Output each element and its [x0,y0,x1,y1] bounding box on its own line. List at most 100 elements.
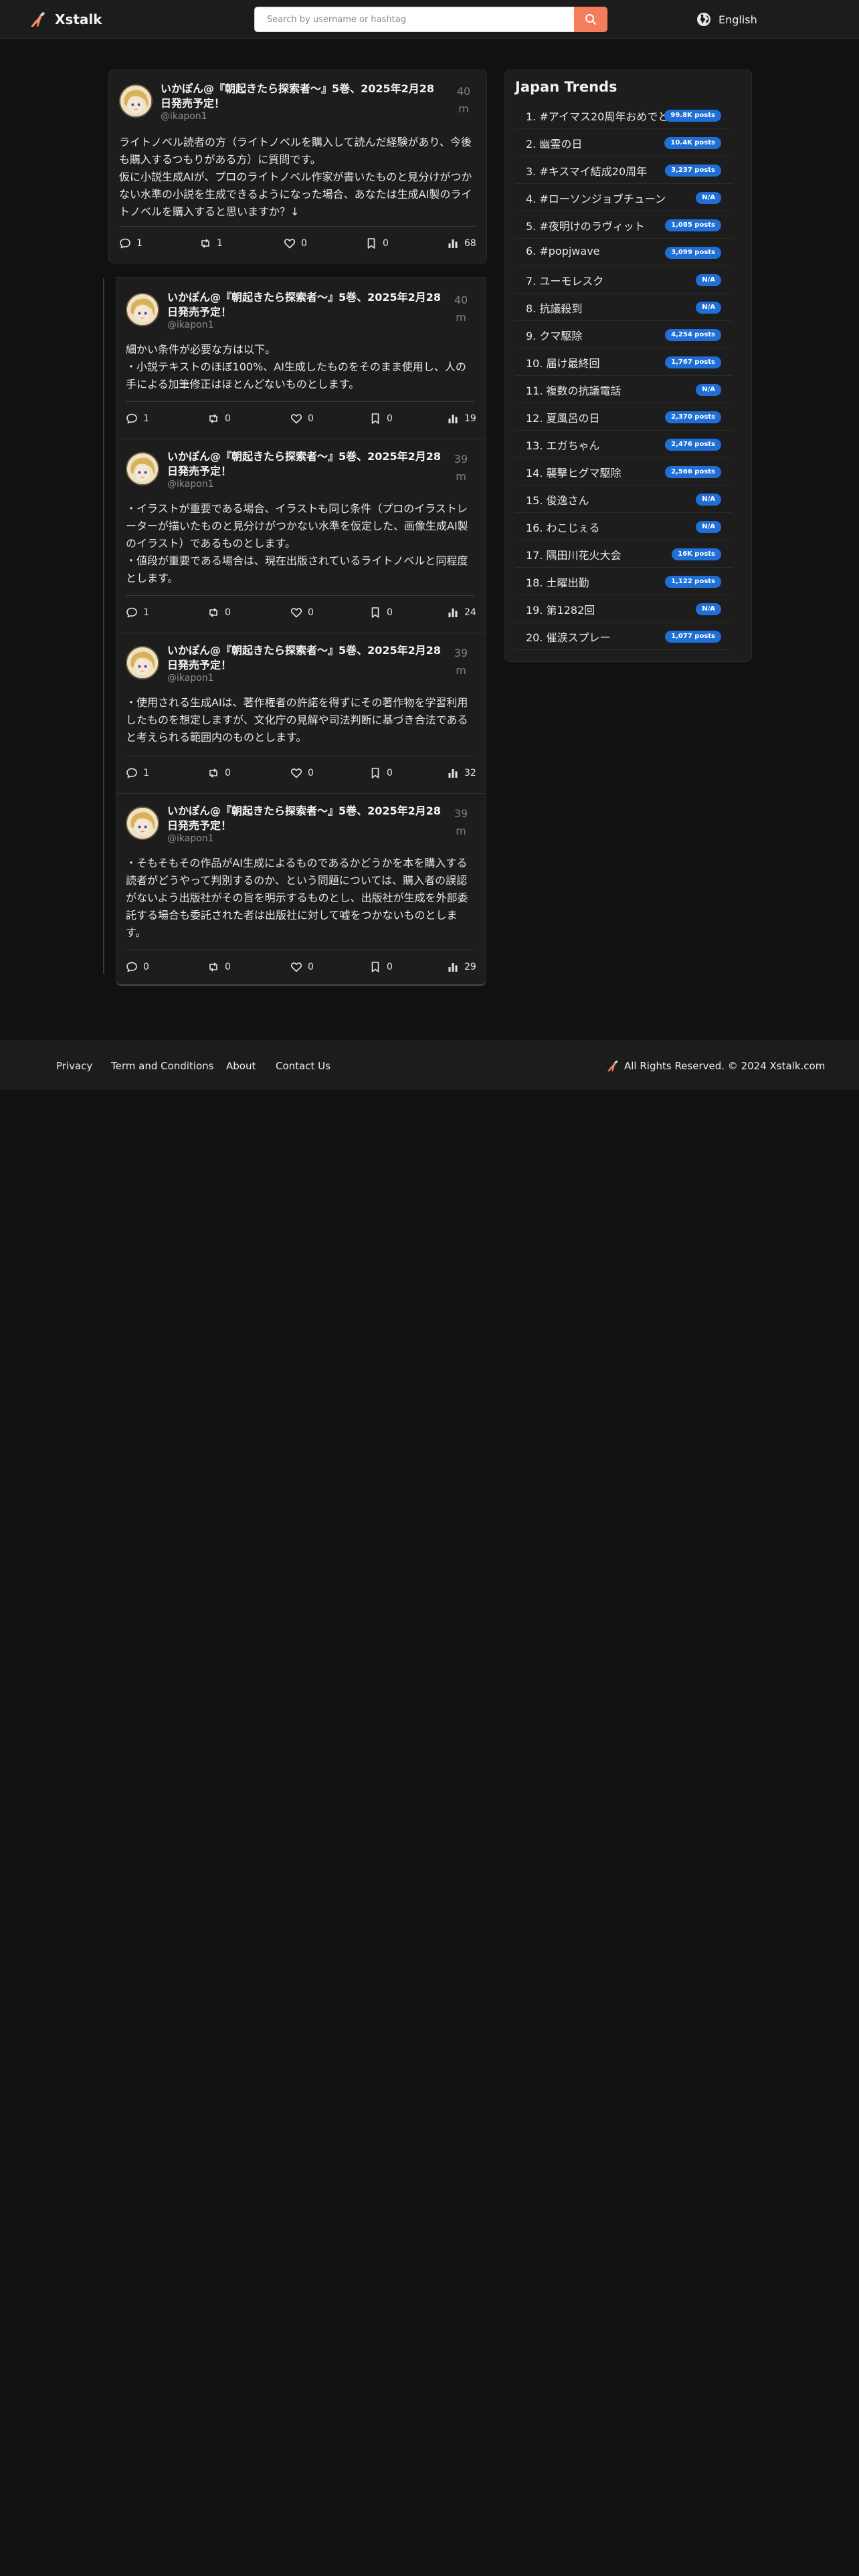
repost-button[interactable]: 0 [207,765,231,781]
bookmark-icon [371,413,379,424]
post-author[interactable]: いかぽん@『朝起きたら探索者〜』5巻、2025年2月28日発売予定！ [167,804,442,833]
trend-item[interactable]: 18. 土曜出勤 1,122 posts [515,568,732,595]
language-label: English [719,13,757,26]
search-button[interactable] [574,7,607,32]
post-actions: 1 1 0 0 68 [119,235,476,251]
post-actions: 1 0 0 0 32 [126,765,476,781]
trend-count-badge: 2,566 posts [665,466,721,478]
repost-button[interactable]: 0 [207,411,231,427]
trend-count-badge: 1,077 posts [665,631,721,643]
like-button[interactable]: 0 [290,765,314,781]
like-button[interactable]: 0 [290,959,314,975]
trend-item[interactable]: 1. #アイマス20周年おめでとう 99.8K posts [515,102,732,129]
trend-item[interactable]: 15. 俊逸さん N/A [515,486,732,513]
views-button[interactable]: 24 [447,605,476,621]
repost-button[interactable]: 0 [207,605,231,621]
trend-item[interactable]: 2. 幽霊の日 10.4K posts [515,129,732,156]
reply-button[interactable]: 1 [126,605,149,621]
post-divider [126,401,474,402]
trend-count-badge: 2,476 posts [665,439,721,451]
trend-item[interactable]: 19. 第1282回 N/A [515,595,732,623]
trend-label: 9. クマ駆除 [526,330,583,342]
trend-item[interactable]: 4. #ローソンジョブチューン N/A [515,184,732,211]
post-handle[interactable]: @ikapon1 [167,673,214,683]
post-author[interactable]: いかぽん@『朝起きたら探索者〜』5巻、2025年2月28日発売予定！ [167,290,442,320]
views-count: 19 [464,413,476,424]
reply-button[interactable]: 0 [126,959,149,975]
trend-item[interactable]: 11. 複数の抗議電話 N/A [515,376,732,403]
post-handle[interactable]: @ikapon1 [167,833,214,844]
avatar[interactable] [126,807,159,840]
views-button[interactable]: 29 [447,959,476,975]
post-handle[interactable]: @ikapon1 [167,320,214,330]
bookmark-button[interactable]: 0 [365,235,389,251]
footer: Privacy Term and Conditions About Contac… [0,1041,859,1090]
views-button[interactable]: 19 [447,411,476,427]
post-body: 細かい条件が必要な方は以下。 ・小説テキストのほぼ100%、AI生成したものをそ… [126,343,466,391]
post-handle[interactable]: @ikapon1 [167,479,214,490]
trend-item[interactable]: 12. 夏風呂の日 2,370 posts [515,403,732,431]
repost-icon [209,414,217,423]
trend-item[interactable]: 6. #popjwave 3,099 posts [515,239,732,266]
trend-count-badge: N/A [696,192,721,204]
trend-item[interactable]: 7. ユーモレスク N/A [515,266,732,294]
trend-item[interactable]: 3. #キスマイ結成20周年 3,237 posts [515,156,732,184]
views-button[interactable]: 32 [447,765,476,781]
post-author[interactable]: いかぽん@『朝起きたら探索者〜』5巻、2025年2月28日発売予定！ [167,643,442,673]
trend-label: 6. #popjwave [526,245,600,257]
footer-link-terms[interactable]: Term and Conditions [111,1060,214,1072]
reply-button[interactable]: 1 [126,765,149,781]
bookmark-count: 0 [387,768,393,778]
post-handle[interactable]: @ikapon1 [161,111,207,122]
heart-icon [290,414,302,424]
avatar[interactable] [126,293,159,326]
avatar[interactable] [126,452,159,486]
trend-item[interactable]: 8. 抗議殺到 N/A [515,294,732,321]
bookmark-button[interactable]: 0 [369,605,393,621]
brand-link[interactable]: Xstalk [28,9,102,29]
trend-item[interactable]: 9. クマ駆除 4,254 posts [515,321,732,348]
trend-item[interactable]: 20. 催涙スプレー 1,077 posts [515,623,732,650]
reply-count: 1 [143,607,149,618]
views-chart-icon [448,769,458,778]
trend-item[interactable]: 17. 隅田川花火大会 16K posts [515,540,732,568]
trend-count-badge: 10.4K posts [664,137,721,149]
views-button[interactable]: 68 [447,235,476,251]
trend-label: 4. #ローソンジョブチューン [526,193,666,205]
post-author[interactable]: いかぽん@『朝起きたら探索者〜』5巻、2025年2月28日発売予定！ [161,82,444,111]
repost-button[interactable]: 0 [207,959,231,975]
repost-button[interactable]: 1 [199,235,223,251]
trend-item[interactable]: 14. 襲撃ヒグマ駆除 2,566 posts [515,458,732,486]
bookmark-button[interactable]: 0 [369,765,393,781]
footer-link-privacy[interactable]: Privacy [56,1060,92,1072]
like-button[interactable]: 0 [284,235,307,251]
like-button[interactable]: 0 [290,411,314,427]
views-chart-icon [448,609,458,617]
trend-item[interactable]: 16. わこじぇる N/A [515,513,732,540]
avatar[interactable] [119,84,153,118]
language-selector[interactable]: English [696,9,757,29]
footer-link-about[interactable]: About [226,1060,256,1072]
post-time: 40 m [456,85,471,115]
post-body: ライトノベル読者の方（ライトノベルを購入して読んだ経験があり、今後も購入するつも… [119,136,472,218]
bookmark-button[interactable]: 0 [369,959,393,975]
trend-item[interactable]: 10. 届け最終回 1,767 posts [515,348,732,376]
avatar[interactable] [126,646,159,679]
like-count: 0 [308,962,314,972]
heart-icon [290,962,302,972]
footer-link-contact[interactable]: Contact Us [276,1060,330,1072]
bookmark-count: 0 [387,962,393,972]
trend-label: 1. #アイマス20周年おめでとう [526,110,680,123]
search-input[interactable] [254,7,574,32]
trend-item[interactable]: 13. エガちゃん 2,476 posts [515,431,732,458]
like-button[interactable]: 0 [290,605,314,621]
reply-button[interactable]: 1 [126,411,149,427]
reply-button[interactable]: 1 [119,235,142,251]
post-author[interactable]: いかぽん@『朝起きたら探索者〜』5巻、2025年2月28日発売予定！ [167,449,442,479]
bookmark-button[interactable]: 0 [369,411,393,427]
search-form [254,7,607,32]
post-actions: 1 0 0 0 24 [126,605,476,621]
reply-count: 1 [143,413,149,424]
trend-count-badge: N/A [696,274,721,286]
trend-item[interactable]: 5. #夜明けのラヴィット 1,085 posts [515,211,732,239]
